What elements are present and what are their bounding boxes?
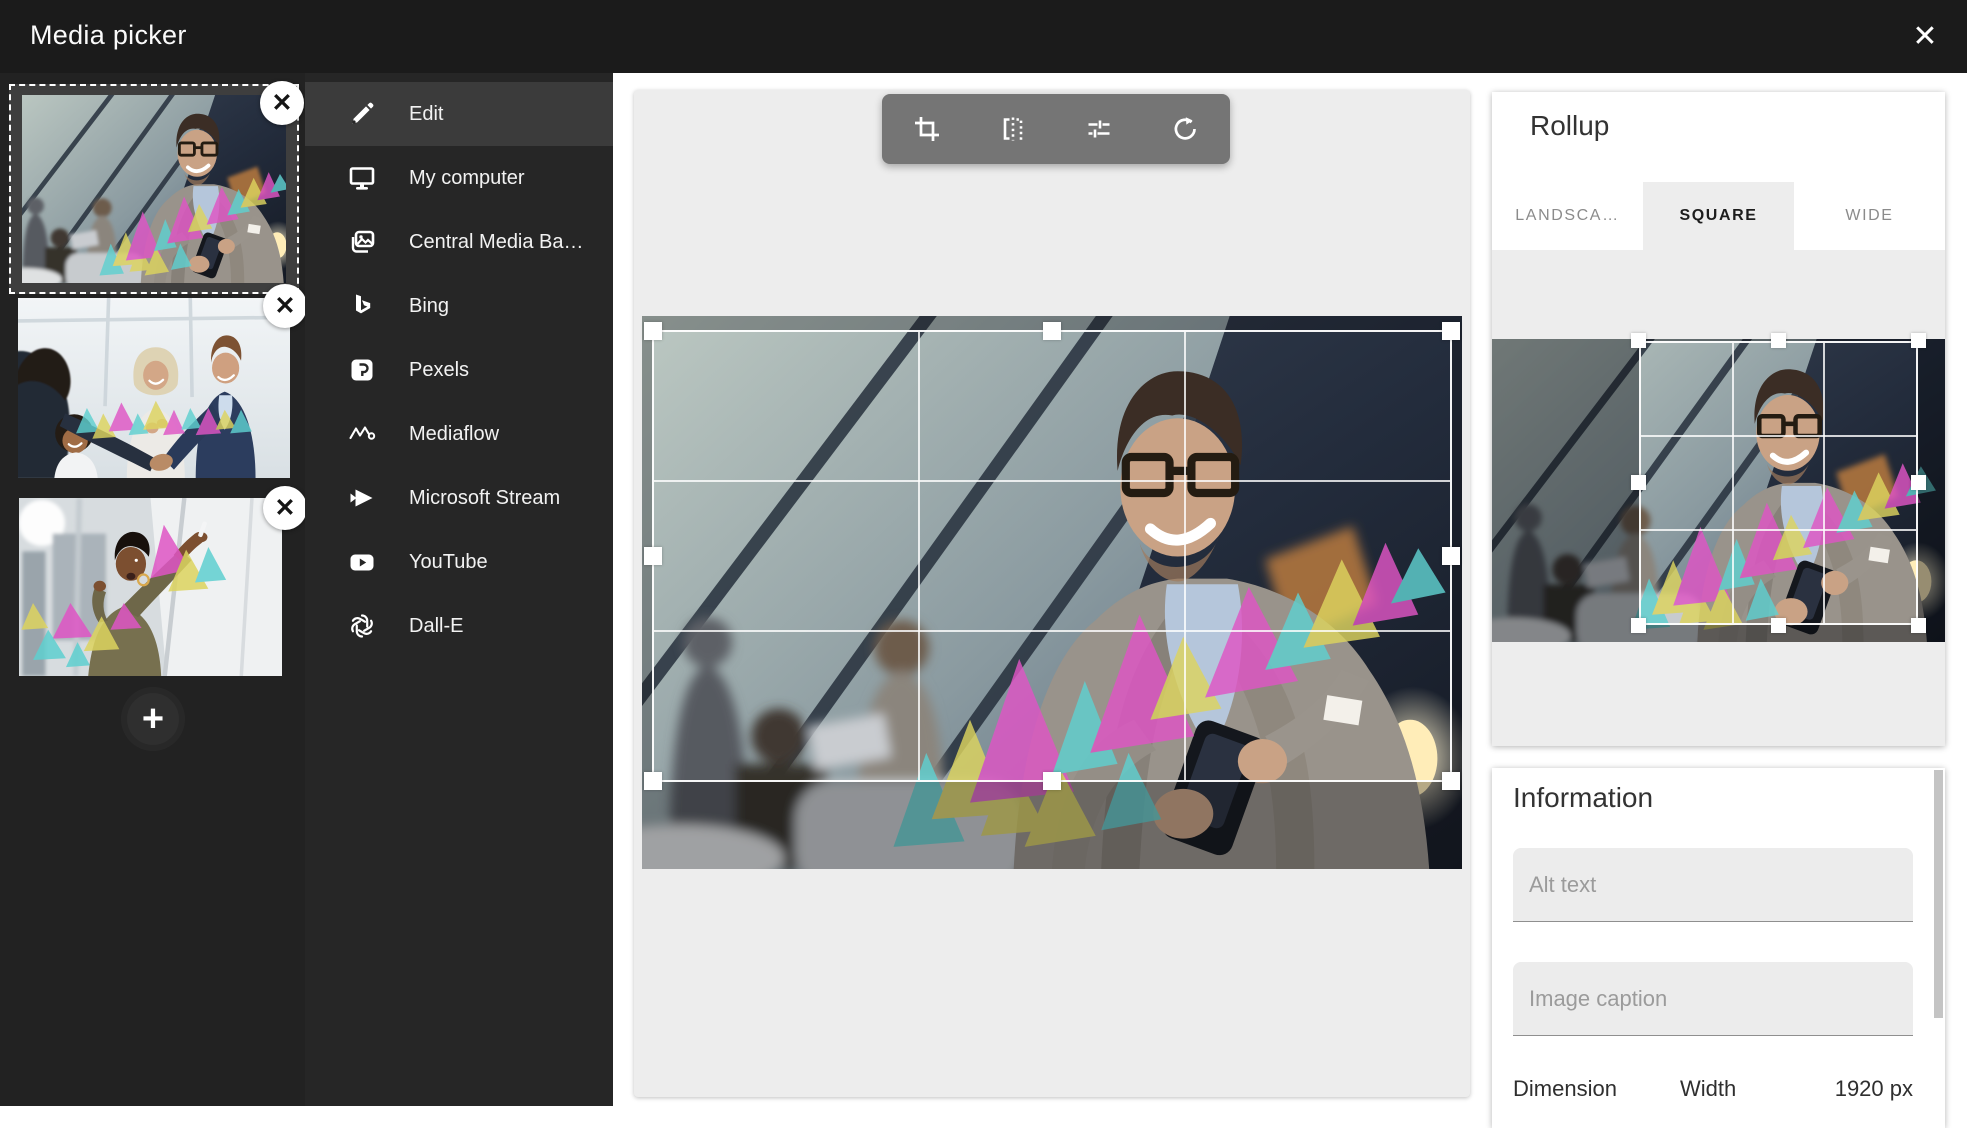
source-menu: Edit My computer Central Media Ba… Bing … <box>305 73 613 1106</box>
crop-gridline <box>1641 529 1916 531</box>
dimension-property: Width <box>1680 1076 1797 1102</box>
thumbnail-selected-businessman[interactable] <box>9 84 299 294</box>
menu-item-label: Edit <box>409 103 443 126</box>
adjust-icon[interactable] <box>1082 112 1116 146</box>
crop-gridline <box>1823 343 1825 623</box>
photo-businessman <box>22 95 286 283</box>
menu-item-label: Microsoft Stream <box>409 487 560 510</box>
thumbnail-woman-whiteboard[interactable] <box>19 498 282 676</box>
menu-item-label: YouTube <box>409 551 488 574</box>
rollup-preview <box>1492 339 1945 642</box>
menu-item-label: Mediaflow <box>409 423 499 446</box>
information-title: Information <box>1513 782 1653 814</box>
monitor-icon <box>347 163 377 193</box>
preview-handle-bottom-left[interactable] <box>1631 618 1646 633</box>
preview-handle-middle-right[interactable] <box>1911 475 1926 490</box>
dimension-value: 1920 px <box>1797 1076 1914 1102</box>
crop-dim-bottom <box>642 782 1462 869</box>
image-caption-input[interactable] <box>1513 962 1913 1036</box>
remove-icon[interactable]: ✕ <box>263 486 307 530</box>
dimension-row: Dimension Width 1920 px <box>1513 1076 1913 1102</box>
crop-handle-bottom-right[interactable] <box>1442 772 1460 790</box>
crop-gridline <box>654 630 1450 632</box>
preview-handle-middle-left[interactable] <box>1631 475 1646 490</box>
rollup-tabs: LANDSCA… SQUARE WIDE <box>1492 182 1945 250</box>
menu-item-label: Central Media Ba… <box>409 231 584 254</box>
menu-item-my-computer[interactable]: My computer <box>305 146 613 210</box>
media-bank-icon <box>347 227 377 257</box>
rollup-panel: Rollup LANDSCA… SQUARE WIDE <box>1492 92 1945 746</box>
flip-icon[interactable] <box>996 112 1030 146</box>
menu-item-dalle[interactable]: Dall-E <box>305 594 613 658</box>
crop-frame[interactable] <box>652 330 1452 782</box>
dalle-icon <box>347 611 377 641</box>
pexels-icon <box>347 355 377 385</box>
alt-text-input[interactable] <box>1513 848 1913 922</box>
preview-crop-frame[interactable] <box>1639 341 1918 625</box>
youtube-icon <box>347 547 377 577</box>
tab-wide[interactable]: WIDE <box>1794 182 1945 250</box>
crop-handle-middle-right[interactable] <box>1442 547 1460 565</box>
crop-gridline <box>1641 435 1916 437</box>
menu-item-label: Bing <box>409 295 449 318</box>
stream-icon <box>347 483 377 513</box>
preview-handle-top-right[interactable] <box>1911 333 1926 348</box>
crop-handle-top-middle[interactable] <box>1043 322 1061 340</box>
menu-item-central-media-bank[interactable]: Central Media Ba… <box>305 210 613 274</box>
rollup-title: Rollup <box>1530 110 1609 142</box>
crop-gridline <box>654 480 1450 482</box>
crop-gridline <box>1732 343 1734 623</box>
preview-handle-top-middle[interactable] <box>1771 333 1786 348</box>
preview-handle-bottom-right[interactable] <box>1911 618 1926 633</box>
thumbnail-team-handshake[interactable] <box>18 298 290 478</box>
menu-item-label: Pexels <box>409 359 469 382</box>
menu-item-pexels[interactable]: Pexels <box>305 338 613 402</box>
crop-handle-top-right[interactable] <box>1442 322 1460 340</box>
rotate-icon[interactable] <box>1168 112 1202 146</box>
editor-toolbar <box>882 94 1230 164</box>
information-panel: Information Dimension Width 1920 px <box>1492 768 1945 1128</box>
dialog-title: Media picker <box>30 20 187 51</box>
menu-item-youtube[interactable]: YouTube <box>305 530 613 594</box>
mediaflow-icon <box>347 419 377 449</box>
menu-item-microsoft-stream[interactable]: Microsoft Stream <box>305 466 613 530</box>
preview-handle-top-left[interactable] <box>1631 333 1646 348</box>
editing-image-stage <box>642 316 1462 869</box>
crop-handle-middle-left[interactable] <box>644 547 662 565</box>
remove-icon[interactable]: ✕ <box>263 284 307 328</box>
menu-item-edit[interactable]: Edit <box>305 82 613 146</box>
preview-dim-right <box>1918 339 1945 642</box>
menu-item-label: My computer <box>409 167 525 190</box>
crop-gridline <box>918 332 920 780</box>
crop-icon[interactable] <box>910 112 944 146</box>
add-media-button[interactable]: + <box>127 693 179 745</box>
crop-gridline <box>1184 332 1186 780</box>
rollup-media-area <box>1492 250 1945 746</box>
pencil-icon <box>347 99 377 129</box>
editor-canvas-area <box>613 73 1492 1106</box>
panel-scrollbar[interactable] <box>1934 770 1943 1018</box>
crop-handle-top-left[interactable] <box>644 322 662 340</box>
close-icon[interactable]: ✕ <box>1903 15 1947 59</box>
dialog-titlebar: Media picker ✕ <box>0 0 1967 73</box>
crop-handle-bottom-left[interactable] <box>644 772 662 790</box>
preview-handle-bottom-middle[interactable] <box>1771 618 1786 633</box>
remove-icon[interactable]: ✕ <box>260 81 304 125</box>
preview-dim-left <box>1492 339 1639 642</box>
tab-landscape[interactable]: LANDSCA… <box>1492 182 1643 250</box>
menu-item-label: Dall-E <box>409 615 463 638</box>
editor-surface <box>634 90 1470 1097</box>
tab-square[interactable]: SQUARE <box>1643 182 1794 250</box>
bing-icon <box>347 291 377 321</box>
menu-item-bing[interactable]: Bing <box>305 274 613 338</box>
menu-item-mediaflow[interactable]: Mediaflow <box>305 402 613 466</box>
crop-handle-bottom-middle[interactable] <box>1043 772 1061 790</box>
thumbnail-rail: ✕ ✕ ✕ + <box>0 73 305 1106</box>
dimension-label: Dimension <box>1513 1076 1680 1102</box>
